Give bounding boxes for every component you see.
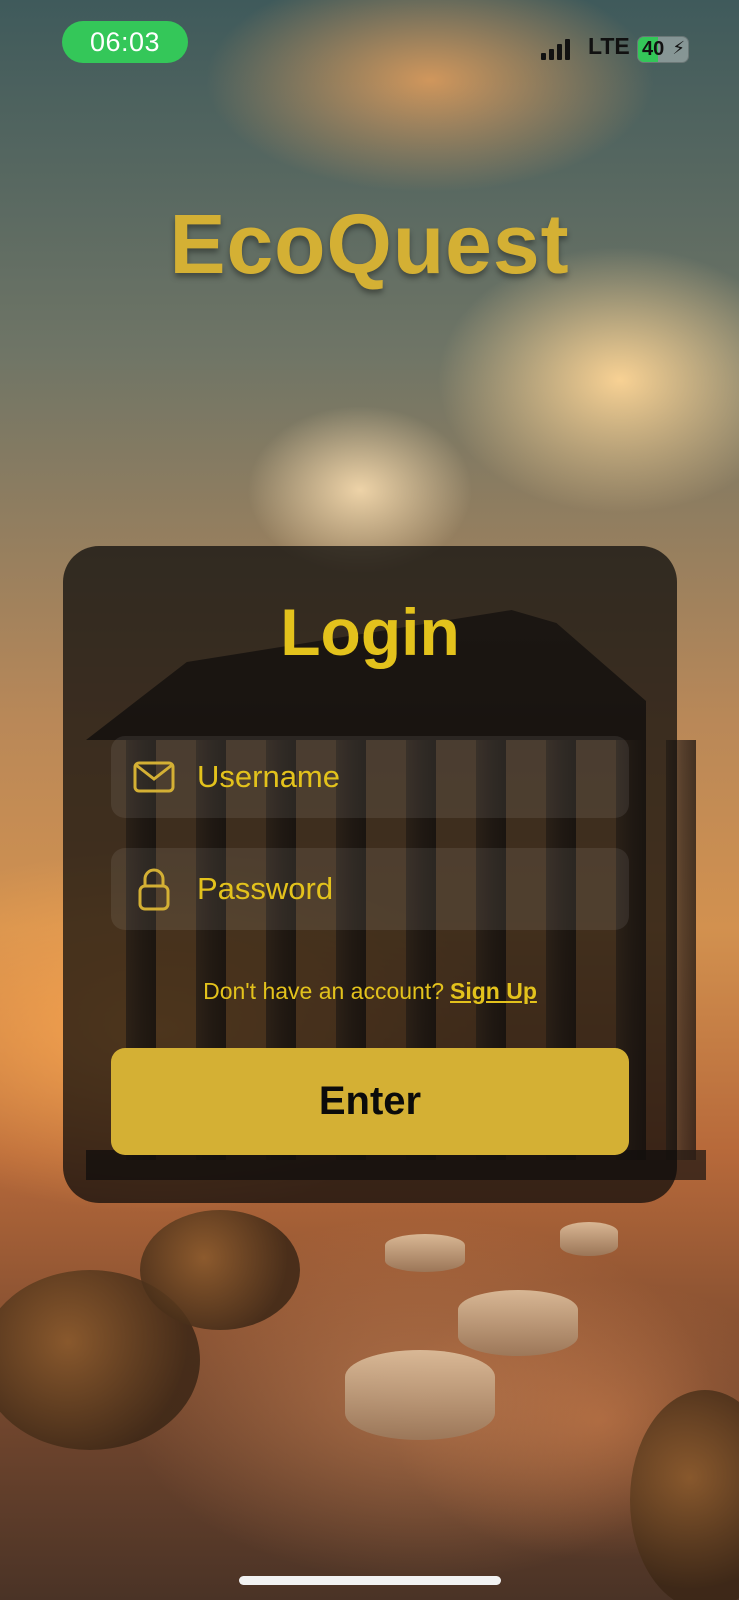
- column-stone: [345, 1350, 495, 1440]
- signup-link[interactable]: Sign Up: [450, 978, 537, 1004]
- login-card: Login Don't have an account?Sign Up Ente…: [63, 546, 677, 1203]
- bush: [0, 1270, 200, 1450]
- enter-button[interactable]: Enter: [111, 1048, 629, 1155]
- envelope-icon: [129, 752, 179, 802]
- login-title: Login: [280, 595, 460, 669]
- network-label: LTE: [588, 33, 630, 59]
- bush: [140, 1210, 300, 1330]
- column-stone: [560, 1222, 618, 1256]
- app-title: EcoQuest: [169, 197, 570, 291]
- bush: [630, 1390, 739, 1600]
- login-screen: 06:03 LTE 40 ⚡ EcoQuest Login Don't: [0, 0, 739, 1600]
- username-input[interactable]: [195, 735, 629, 819]
- battery-icon: 40 ⚡: [637, 36, 689, 63]
- column-stone: [458, 1290, 578, 1356]
- home-indicator: [239, 1576, 501, 1585]
- ground-path: [0, 1200, 739, 1600]
- username-field[interactable]: [111, 735, 629, 819]
- status-time: 06:03: [62, 21, 188, 63]
- status-bar: 06:03 LTE 40 ⚡: [0, 0, 739, 90]
- charging-icon: ⚡: [672, 38, 685, 58]
- signal-icon: [541, 38, 570, 60]
- lock-icon: [129, 864, 179, 914]
- password-input[interactable]: [195, 847, 629, 931]
- battery-level: 40: [642, 38, 665, 60]
- column-stone: [385, 1234, 465, 1272]
- password-field[interactable]: [111, 847, 629, 931]
- signup-prompt: Don't have an account? Sign Up: [63, 978, 677, 1005]
- no-account-text: Don't have an account?: [203, 978, 445, 1004]
